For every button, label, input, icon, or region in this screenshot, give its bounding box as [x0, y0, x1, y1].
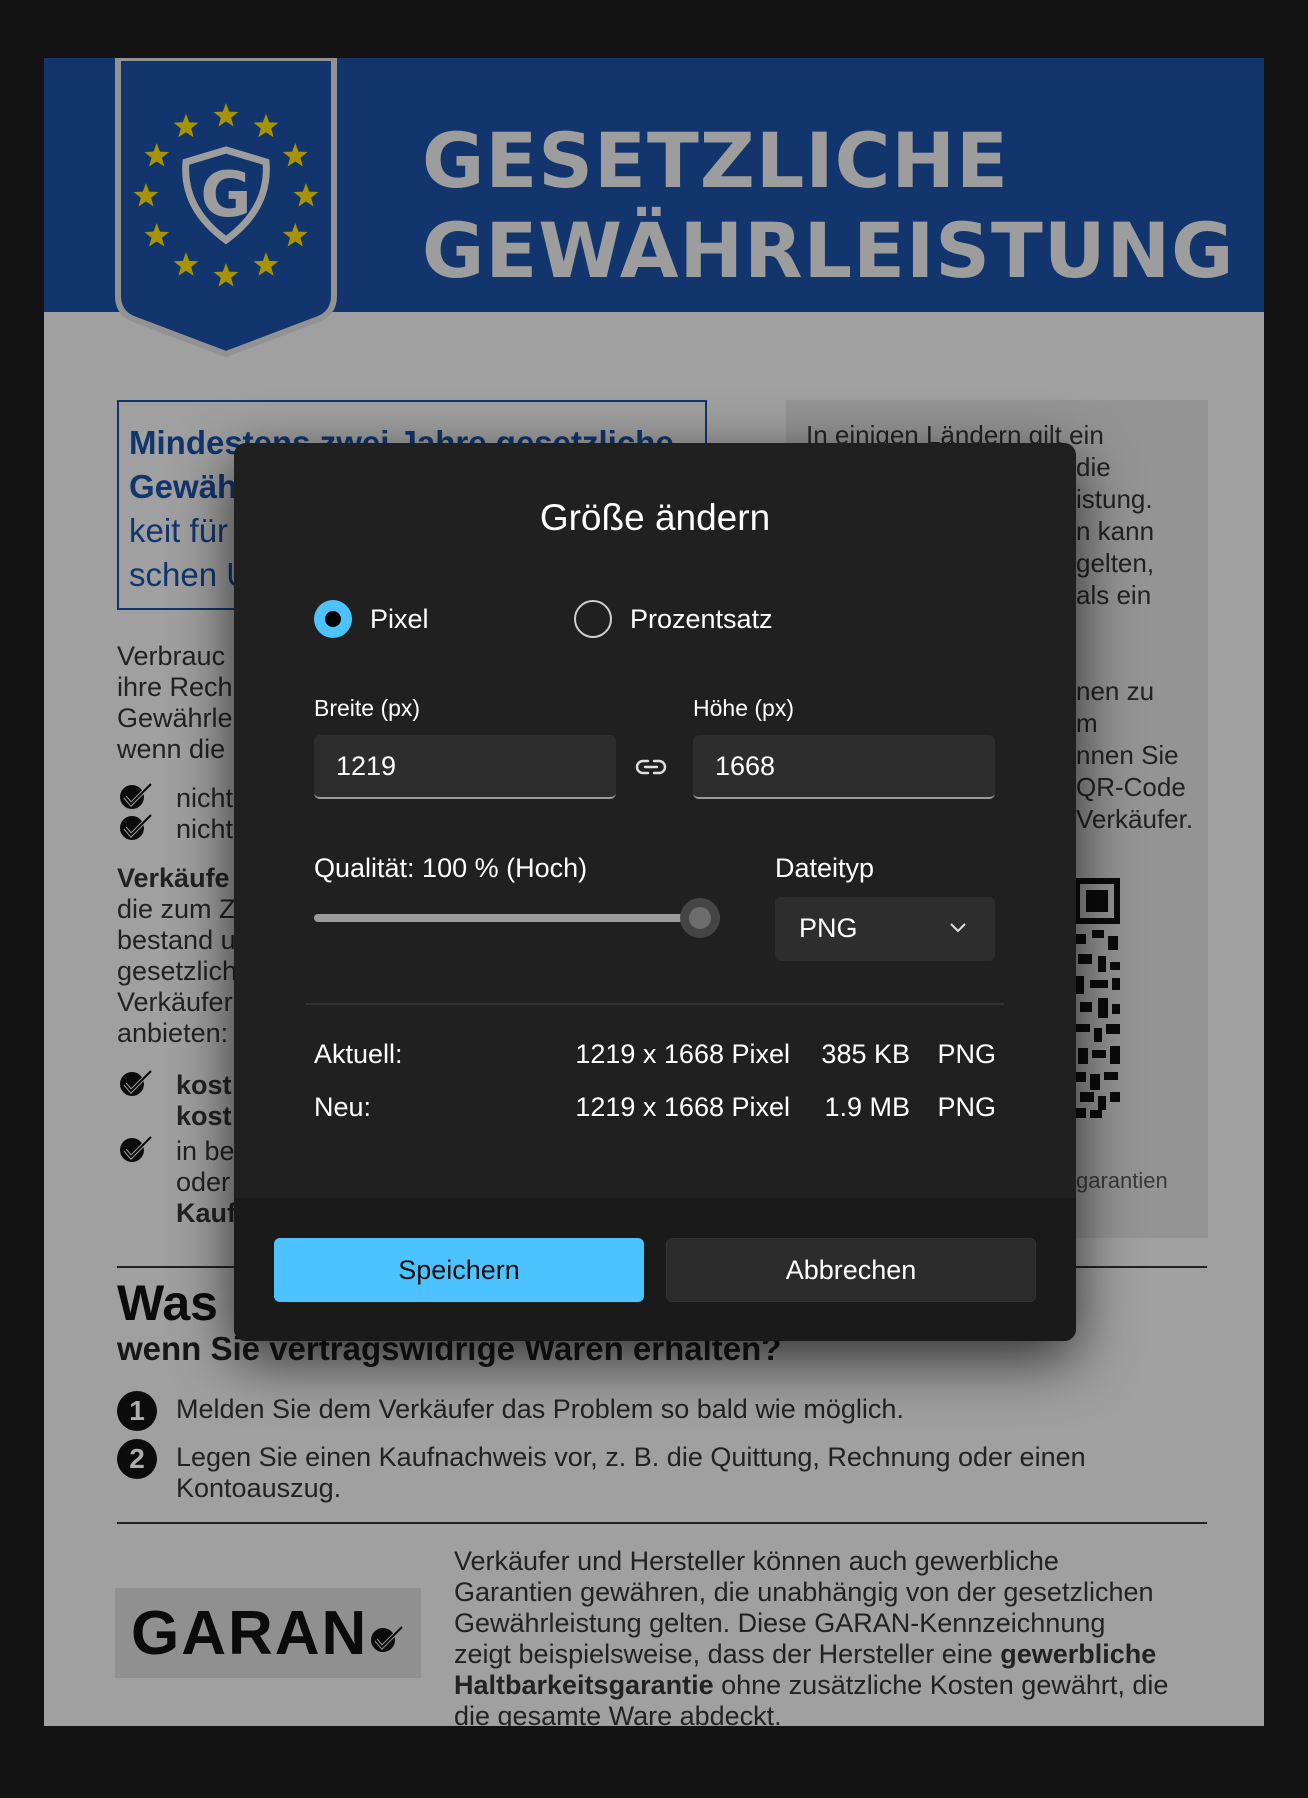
height-label: Höhe (px) — [693, 695, 794, 721]
width-field[interactable] — [314, 735, 616, 799]
resize-dialog: Größe ändern Pixel Prozentsatz Breite (p… — [234, 443, 1076, 1341]
quality-slider[interactable] — [314, 898, 720, 938]
radio-pixel[interactable]: Pixel — [314, 598, 429, 640]
radio-percentage-label: Prozentsatz — [630, 603, 773, 634]
width-input[interactable] — [336, 751, 586, 782]
radio-pixel-label: Pixel — [370, 603, 429, 634]
current-label: Aktuell: — [314, 1039, 403, 1069]
slider-fill — [314, 914, 700, 922]
radio-percentage[interactable]: Prozentsatz — [574, 598, 773, 640]
current-dimensions: 1219 x 1668 Pixel — [575, 1039, 790, 1069]
height-input[interactable] — [715, 751, 965, 782]
new-dimensions: 1219 x 1668 Pixel — [575, 1092, 790, 1122]
filetype-selected-value: PNG — [799, 913, 858, 943]
link-aspect-ratio-icon[interactable] — [634, 753, 668, 781]
save-button[interactable]: Speichern — [274, 1238, 644, 1302]
dialog-divider — [306, 1003, 1004, 1005]
filetype-label: Dateityp — [775, 853, 875, 883]
cancel-button[interactable]: Abbrechen — [666, 1238, 1036, 1302]
new-label: Neu: — [314, 1092, 372, 1122]
new-file-type: PNG — [937, 1092, 996, 1122]
dialog-footer: Speichern Abbrechen — [234, 1198, 1076, 1341]
height-field[interactable] — [693, 735, 995, 799]
chevron-down-icon — [950, 923, 966, 933]
radio-unselected-indicator[interactable] — [574, 600, 612, 638]
new-file-size: 1.9 MB — [824, 1092, 910, 1122]
filetype-dropdown[interactable]: PNG — [775, 897, 995, 961]
dialog-title: Größe ändern — [539, 497, 771, 538]
current-file-type: PNG — [937, 1039, 996, 1069]
quality-label: Qualität: 100 % (Hoch) — [314, 853, 588, 883]
slider-thumb[interactable] — [680, 898, 720, 938]
width-label: Breite (px) — [314, 695, 421, 721]
current-file-size: 385 KB — [821, 1039, 910, 1069]
radio-selected-indicator[interactable] — [314, 600, 352, 638]
